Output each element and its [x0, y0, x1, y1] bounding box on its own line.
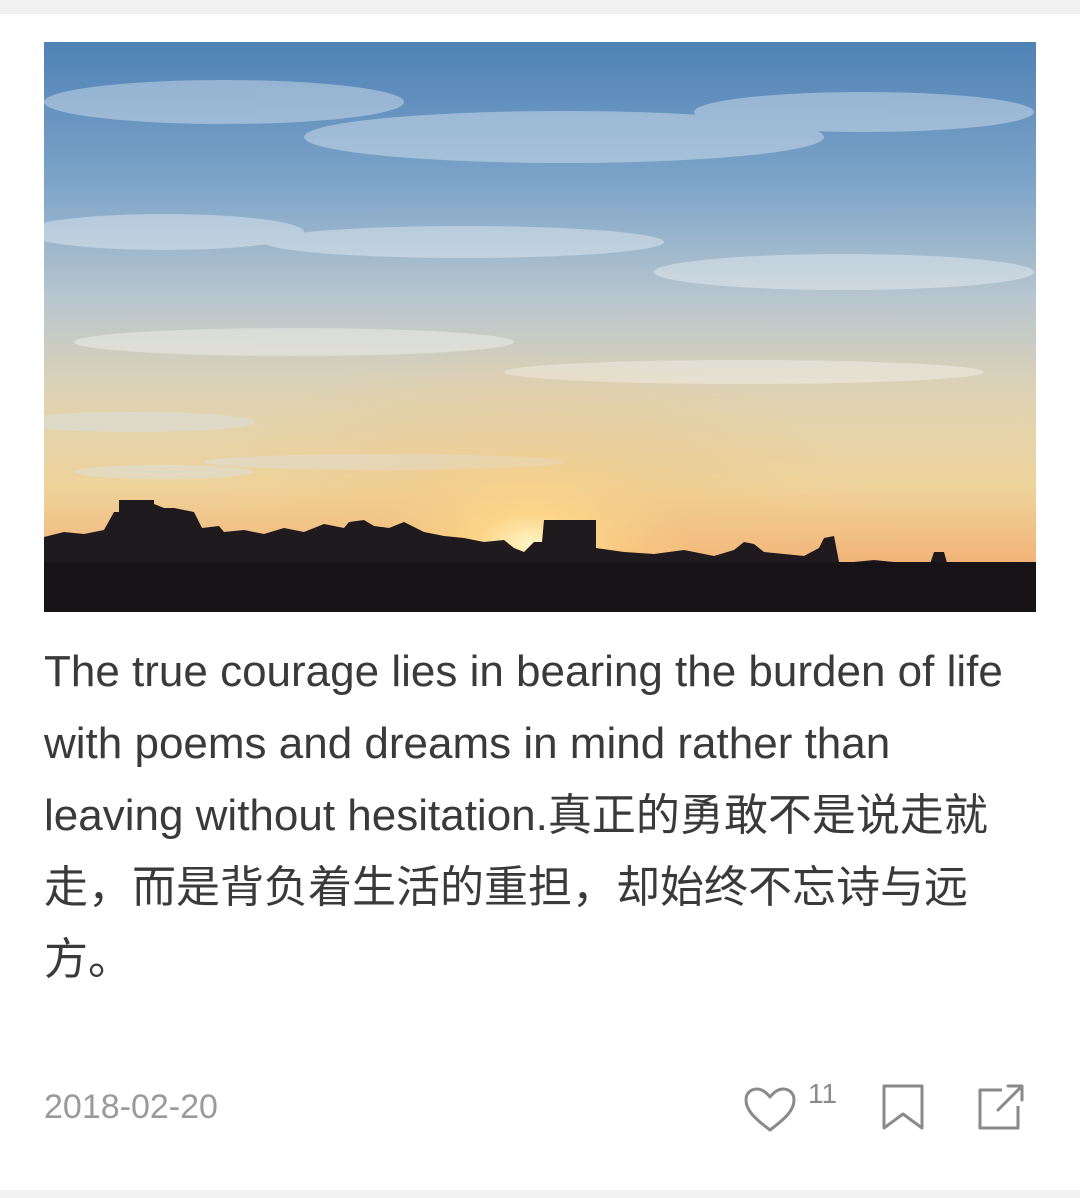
- post-date: 2018-02-20: [44, 1088, 218, 1126]
- sunset-photo[interactable]: [44, 42, 1036, 612]
- like-button[interactable]: 11: [742, 1078, 846, 1138]
- post-quote: The true courage lies in bearing the bur…: [44, 647, 1003, 984]
- heart-outline-icon: [744, 1087, 796, 1132]
- bookmark-icon: [882, 1084, 924, 1130]
- bottom-divider: [0, 1190, 1080, 1198]
- share-icon: [978, 1084, 1024, 1130]
- top-divider: [0, 0, 1080, 14]
- bookmark-button[interactable]: [878, 1082, 936, 1142]
- share-button[interactable]: [974, 1082, 1034, 1142]
- like-count: 11: [808, 1078, 838, 1109]
